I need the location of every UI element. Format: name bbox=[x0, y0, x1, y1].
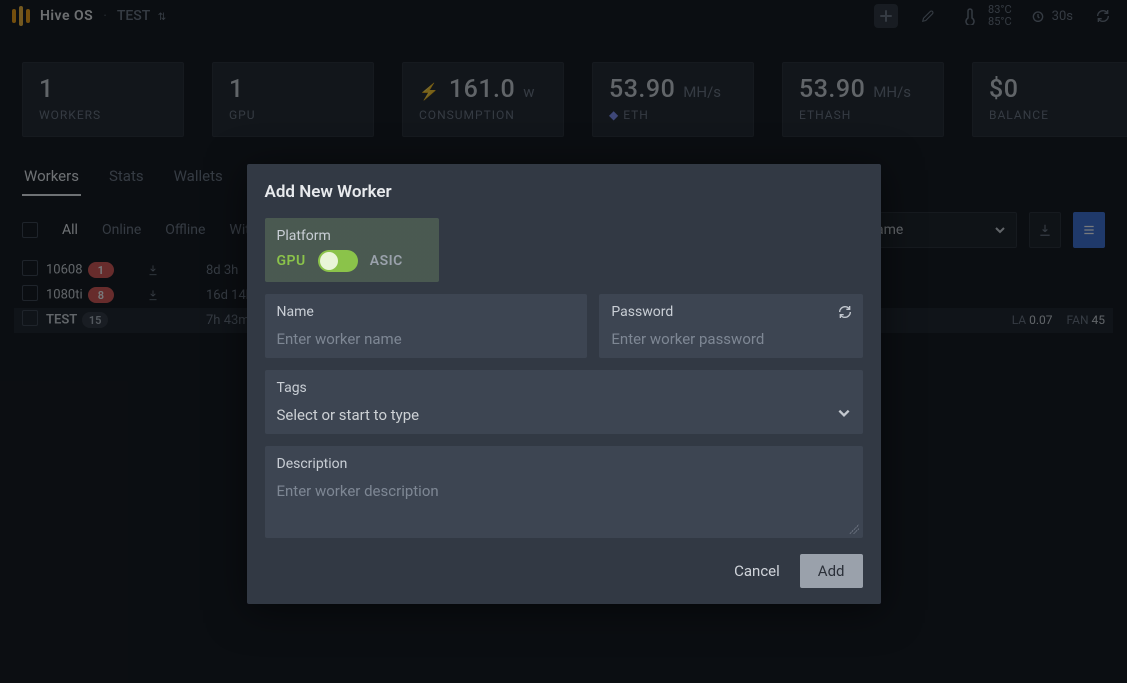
modal-title: Add New Worker bbox=[265, 182, 863, 202]
name-field: Name bbox=[265, 294, 588, 358]
chevron-down-icon bbox=[837, 406, 851, 420]
description-field: Description bbox=[265, 446, 863, 538]
name-label: Name bbox=[277, 304, 576, 320]
description-input[interactable] bbox=[277, 478, 851, 524]
platform-option-gpu[interactable]: GPU bbox=[277, 253, 306, 269]
modal-overlay: Add New Worker Platform GPU ASIC Name Pa… bbox=[0, 0, 1127, 683]
password-label: Password bbox=[611, 304, 850, 320]
resize-handle-icon[interactable] bbox=[849, 524, 859, 534]
tags-label: Tags bbox=[277, 380, 851, 396]
add-worker-modal: Add New Worker Platform GPU ASIC Name Pa… bbox=[247, 164, 881, 604]
platform-option-asic[interactable]: ASIC bbox=[370, 253, 403, 269]
platform-field: Platform GPU ASIC bbox=[265, 218, 439, 282]
password-field: Password bbox=[599, 294, 862, 358]
platform-toggle[interactable] bbox=[318, 250, 358, 272]
platform-label: Platform bbox=[277, 228, 427, 244]
name-input[interactable] bbox=[277, 326, 576, 348]
add-button[interactable]: Add bbox=[800, 554, 863, 588]
description-label: Description bbox=[277, 456, 851, 472]
password-input[interactable] bbox=[611, 326, 850, 348]
tags-field[interactable]: Tags Select or start to type bbox=[265, 370, 863, 434]
regenerate-password-icon[interactable] bbox=[837, 304, 853, 320]
cancel-button[interactable]: Cancel bbox=[728, 554, 786, 588]
tags-placeholder: Select or start to type bbox=[277, 402, 837, 424]
